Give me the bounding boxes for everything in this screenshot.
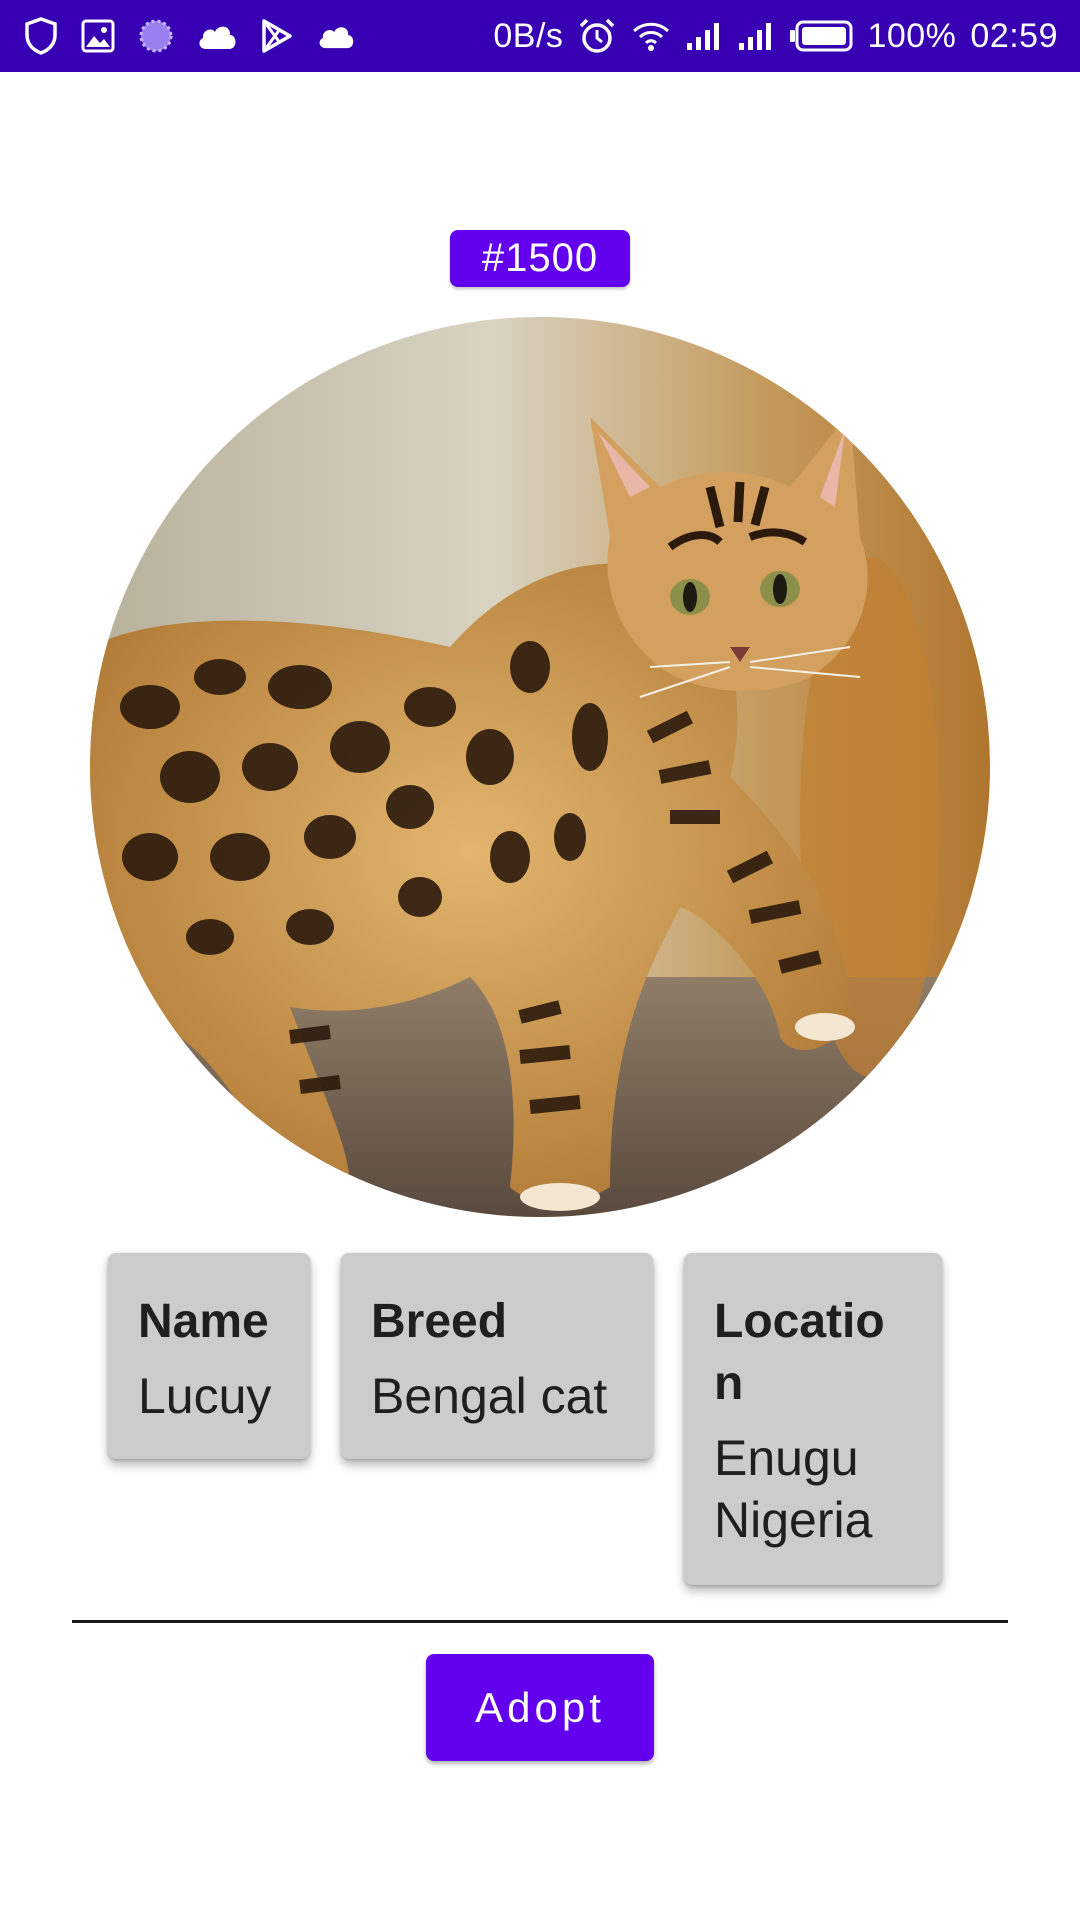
pet-name-card: Name Lucuy bbox=[108, 1253, 310, 1459]
pet-breed-value: Bengal cat bbox=[371, 1368, 608, 1424]
shield-icon bbox=[24, 17, 58, 55]
alarm-icon bbox=[577, 16, 617, 56]
signal-icon bbox=[685, 21, 723, 51]
pet-location-card: Location Enugu Nigeria bbox=[684, 1253, 942, 1585]
status-bar: 0B/s 100% 02:59 bbox=[0, 0, 1080, 72]
pet-breed-card: Breed Bengal cat bbox=[341, 1253, 653, 1459]
pet-name-value: Lucuy bbox=[138, 1368, 272, 1424]
bengal-cat-image bbox=[90, 317, 990, 1217]
pet-location-title: Location bbox=[714, 1295, 885, 1410]
pet-breed-title: Breed bbox=[371, 1295, 508, 1348]
clock: 02:59 bbox=[970, 16, 1058, 55]
battery-percent: 100% bbox=[867, 16, 957, 55]
signal-icon bbox=[737, 21, 775, 51]
battery-icon bbox=[789, 20, 853, 52]
divider bbox=[72, 1620, 1008, 1623]
status-bar-left bbox=[24, 17, 378, 55]
cloud-icon bbox=[196, 21, 238, 51]
pet-name-title: Name bbox=[138, 1295, 269, 1348]
play-store-icon bbox=[260, 18, 294, 54]
pet-location-value: Enugu Nigeria bbox=[714, 1430, 873, 1548]
status-bar-right: 0B/s 100% 02:59 bbox=[479, 16, 1058, 56]
cloud-icon bbox=[316, 22, 356, 50]
network-speed: 0B/s bbox=[493, 16, 564, 55]
pet-id-badge: #1500 bbox=[450, 230, 630, 287]
wifi-icon bbox=[631, 19, 671, 53]
pet-photo bbox=[90, 317, 990, 1217]
image-icon bbox=[80, 18, 116, 54]
sync-progress-icon bbox=[138, 18, 174, 54]
adopt-button[interactable]: Adopt bbox=[426, 1654, 654, 1761]
